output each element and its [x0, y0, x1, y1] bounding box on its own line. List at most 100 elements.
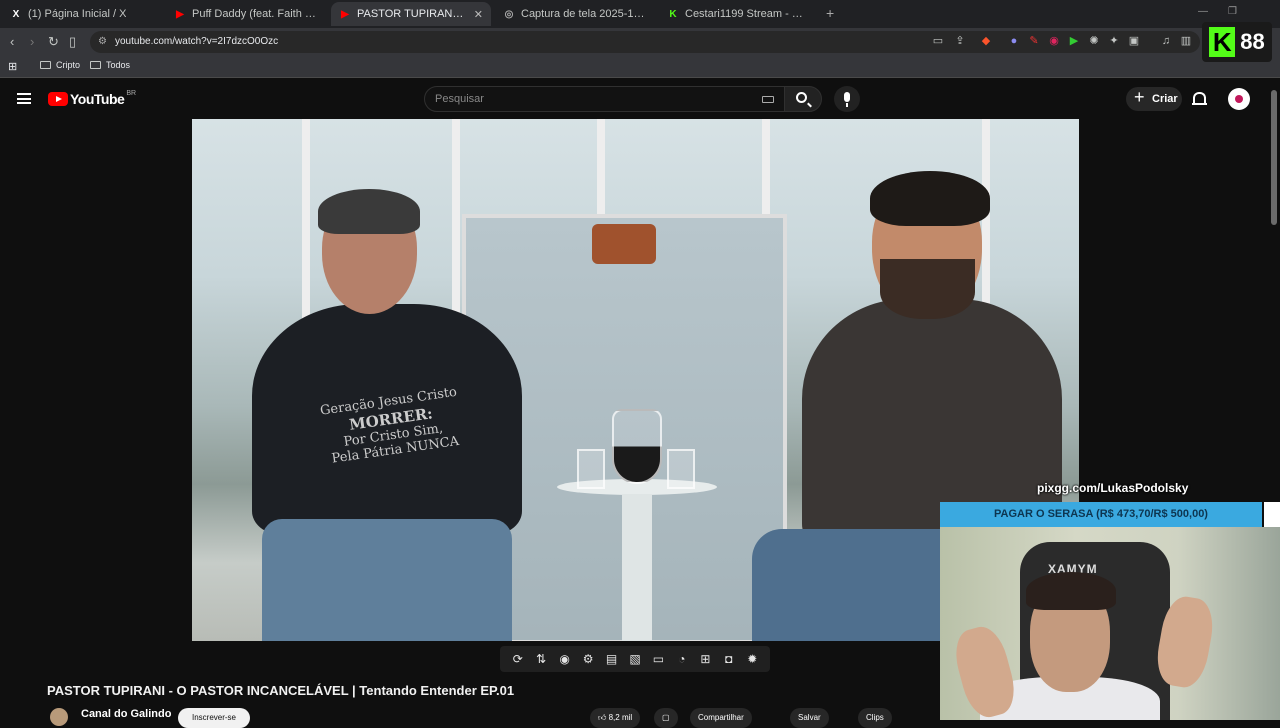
dislike-button[interactable]: ▢ [654, 708, 678, 728]
speed-icon[interactable]: ⇅ [533, 651, 549, 667]
viewer-count: 88 [1240, 29, 1265, 54]
share-button[interactable]: Compartilhar [690, 708, 752, 728]
tab-title: (1) Página Inicial / X [28, 8, 127, 20]
tab-title: Puff Daddy (feat. Faith Evans & 112) [192, 8, 318, 20]
like-count: 8,2 mil [608, 713, 633, 722]
donation-url: pixgg.com/LukasPodolsky [1037, 481, 1189, 495]
back-icon[interactable]: ‹ [10, 34, 14, 49]
tab-title: Captura de tela 2025-12-30 200452.p [521, 8, 647, 20]
youtube-wordmark: YouTube [70, 91, 125, 107]
site-info-icon[interactable]: ⚙ [98, 31, 107, 53]
donation-goal-bar: PAGAR O SERASA (R$ 473,70/R$ 500,00) [940, 502, 1262, 527]
water-glass [667, 449, 695, 489]
url-text: youtube.com/watch?v=2I7dzcO0Ozc [115, 36, 279, 47]
bookmark-icon[interactable]: ▯ [69, 34, 76, 50]
new-tab-button[interactable]: + [826, 5, 834, 21]
folder-icon [40, 61, 51, 69]
guest-hair [318, 189, 420, 234]
save-button[interactable]: Salvar [790, 708, 829, 728]
bookmarks-bar: ⊞ Cripto Todos [0, 56, 1280, 78]
loop-icon[interactable]: ⟳ [510, 651, 526, 667]
browser-tab-bar: X (1) Página Inicial / X ▶ Puff Daddy (f… [0, 0, 1280, 28]
kick-logo-icon: K [1209, 27, 1236, 57]
voice-search-mic-icon[interactable] [834, 86, 860, 112]
forward-icon[interactable]: › [30, 34, 34, 49]
water-glass [577, 449, 605, 489]
close-tab-icon[interactable]: ✕ [474, 8, 483, 21]
host-beard [880, 259, 975, 319]
camera-icon[interactable]: ◘ [721, 651, 737, 667]
add-icon[interactable]: ⊞ [697, 651, 713, 667]
settings-gear-icon[interactable]: ✹ [744, 651, 760, 667]
theater-icon[interactable]: ▭ [650, 651, 666, 667]
notifications-bell-icon[interactable] [1192, 92, 1207, 105]
hamburger-menu-icon[interactable] [17, 93, 31, 104]
minimize-icon[interactable]: — [1198, 6, 1208, 17]
tab-title: Cestari1199 Stream - Watch Live on K [685, 8, 811, 20]
tab-puff-daddy[interactable]: ▶ Puff Daddy (feat. Faith Evans & 112) [166, 2, 326, 26]
screenshot-icon[interactable]: ▣ [1128, 35, 1140, 47]
tab-pastor-tupirani[interactable]: ▶ PASTOR TUPIRANI - O PASTOR IN ✕ [331, 2, 491, 26]
brave-shield-icon[interactable]: ◆ [980, 35, 992, 47]
youtube-icon: ▶ [341, 8, 349, 20]
subscribe-button[interactable]: Inscrever-se [178, 708, 250, 728]
streamer-hair [1026, 572, 1116, 610]
player-extension-toolbar: ⟳ ⇅ ◉ ⚙ ▤ ▧ ▭ ◔ ⊞ ◘ ✹ [500, 646, 770, 672]
apps-grid-icon[interactable]: ⊞ [8, 60, 17, 73]
globe-icon: ◎ [504, 8, 514, 20]
keyboard-icon[interactable] [762, 96, 774, 103]
search-button[interactable] [784, 86, 822, 112]
reload-icon[interactable]: ↻ [48, 34, 59, 50]
channel-avatar[interactable] [50, 708, 68, 726]
like-button[interactable]: 👍︎ 8,2 mil [590, 708, 641, 728]
cinema-icon[interactable]: ▤ [604, 651, 620, 667]
guest-jeans [262, 519, 512, 641]
channel-name[interactable]: Canal do Galindo [81, 708, 171, 720]
maximize-icon[interactable]: ❐ [1228, 6, 1237, 17]
extension-icon[interactable]: ● [1008, 35, 1020, 47]
picture-icon[interactable]: ▧ [627, 651, 643, 667]
tab-captura[interactable]: ◎ Captura de tela 2025-12-30 200452.p [495, 2, 655, 26]
youtube-play-icon [48, 92, 68, 106]
filter-icon[interactable]: ⚙ [580, 651, 596, 667]
wall-ornament [592, 224, 656, 264]
glass-flask [612, 409, 662, 484]
table-leg [622, 494, 652, 641]
x-logo-icon: X [12, 8, 20, 20]
clip-button[interactable]: Clips [858, 708, 892, 728]
extensions-puzzle-icon[interactable]: ✦ [1108, 35, 1120, 47]
extension-icon[interactable]: ◉ [1048, 35, 1060, 47]
kick-viewer-badge: K 88 [1202, 22, 1272, 62]
bookmark-label: Cripto [56, 60, 81, 70]
avatar[interactable] [1228, 88, 1250, 110]
create-button[interactable]: Criar [1126, 85, 1182, 111]
tab-title: PASTOR TUPIRANI - O PASTOR IN [357, 8, 466, 20]
tab-cestari-stream[interactable]: K Cestari1199 Stream - Watch Live on K [659, 2, 819, 26]
extension-icon[interactable]: ▶ [1068, 35, 1080, 47]
audio-icon[interactable]: ◉ [557, 651, 573, 667]
folder-icon [90, 61, 101, 69]
youtube-logo[interactable]: YouTube BR [48, 89, 137, 107]
cast-icon[interactable]: ▭ [932, 35, 944, 47]
extension-icon[interactable]: ✺ [1088, 35, 1100, 47]
search-input[interactable]: Pesquisar [424, 86, 786, 112]
extension-icon[interactable]: ✎ [1028, 35, 1040, 47]
host-hair [870, 171, 990, 226]
speedometer-icon[interactable]: ◔ [674, 651, 690, 667]
streamer-webcam: XAMYM [940, 527, 1280, 720]
tab-x-home[interactable]: X (1) Página Inicial / X [2, 2, 162, 26]
channel-row: Canal do Galindo Inscrever-se 👍︎ 8,2 mil… [50, 705, 930, 728]
streamer-hand [949, 622, 1021, 720]
youtube-header: YouTube BR Pesquisar [0, 79, 1280, 119]
thumbs-up-icon: 👍︎ [598, 713, 609, 722]
country-code: BR [126, 89, 137, 97]
bookmark-folder-todos[interactable]: Todos [90, 60, 130, 70]
video-title: PASTOR TUPIRANI - O PASTOR INCANCELÁVEL … [47, 683, 515, 698]
scrollbar-thumb[interactable] [1271, 90, 1277, 225]
media-icon[interactable]: ♫ [1160, 35, 1172, 47]
share-icon[interactable]: ⇪ [954, 35, 966, 47]
youtube-icon: ▶ [176, 8, 184, 20]
kick-icon: K [669, 8, 677, 20]
sidebar-icon[interactable]: ▥ [1180, 35, 1192, 47]
bookmark-folder-cripto[interactable]: Cripto [40, 60, 80, 70]
